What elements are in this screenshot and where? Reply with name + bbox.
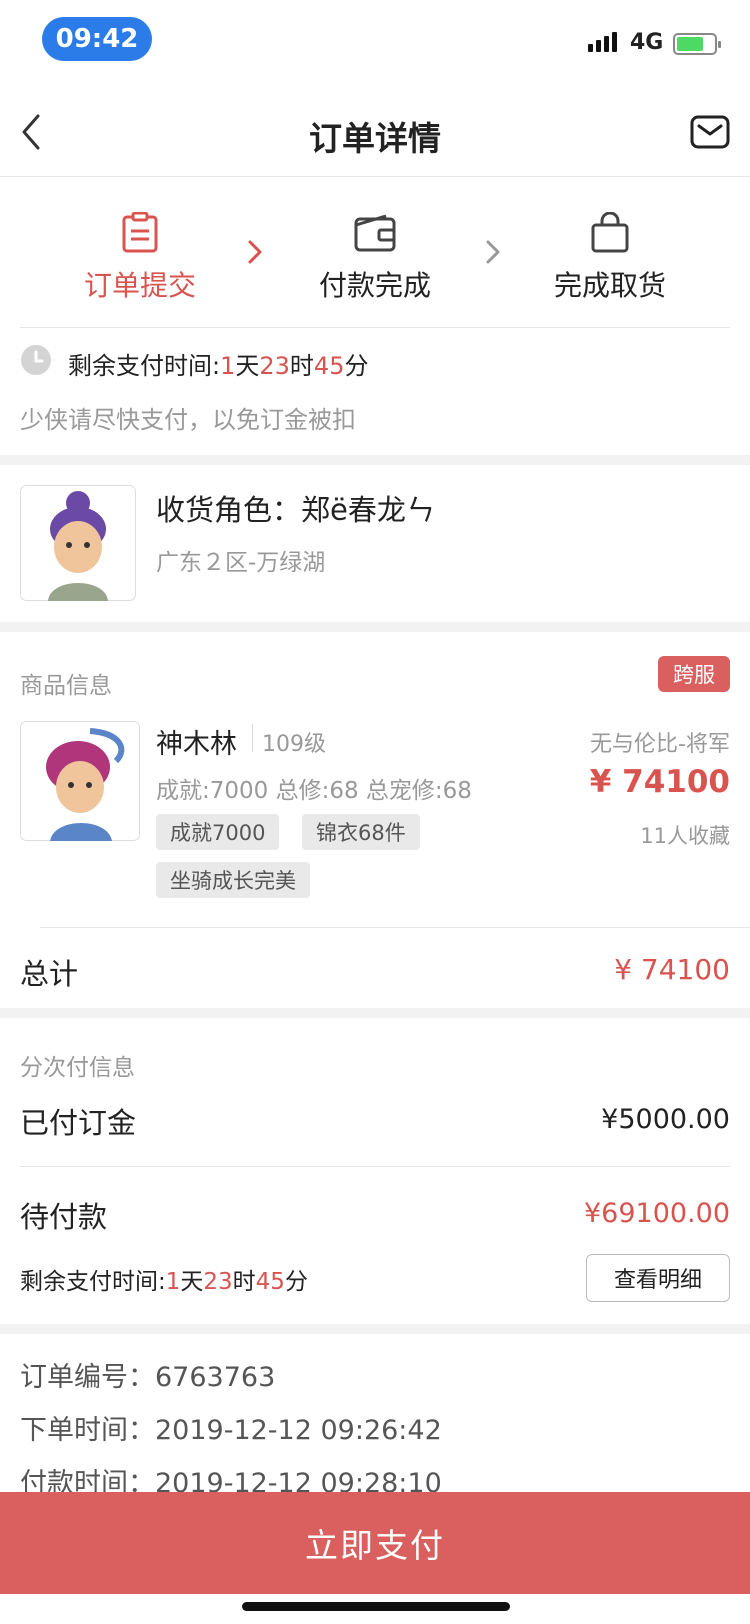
battery-icon [673,33,721,55]
mail-icon [690,115,730,149]
total-value: ¥ 74100 [614,953,730,986]
pending-payment-label: 待付款 [20,1200,108,1234]
paid-deposit-value: ¥5000.00 [601,1104,730,1135]
product-tag: 坐骑成长完美 [156,862,310,898]
paid-deposit-label: 已付订金 [20,1106,137,1140]
order-created-time: 2019-12-12 09:26:42 [155,1415,442,1446]
order-number: 6763763 [155,1362,276,1393]
cross-server-badge: 跨服 [658,656,730,692]
payment-countdown: 剩余支付时间:1天23时45分 [68,346,368,381]
product-tag: 锦衣68件 [302,814,420,850]
recipient-server: 广东２区-万绿湖 [156,550,326,576]
countdown-days: 1 [220,352,236,380]
section-separator [0,1324,750,1334]
chevron-right-icon [246,238,264,270]
countdown-hours-unit: 时 [232,1269,256,1295]
home-indicator [242,1602,510,1611]
chevron-right-icon [484,238,502,270]
countdown-minutes: 45 [313,352,345,380]
step-label: 完成取货 [553,269,666,302]
installment-divider [20,1166,730,1167]
step-order-submitted: 订单提交 [40,212,240,304]
message-button[interactable] [690,114,730,154]
page-title: 订单详情 [309,119,441,158]
countdown-minutes: 45 [255,1269,285,1295]
clock-icon [20,344,52,380]
product-rank: 无与伦比-将军 [590,732,730,757]
product-stats: 成就:7000 总修:68 总宠修:68 [156,778,472,804]
product-avatar [20,721,140,845]
header-divider [0,176,750,177]
pending-payment-value: ¥69100.00 [583,1198,730,1229]
step-pickup-complete: 完成取货 [510,212,710,304]
countdown-hours-unit: 时 [289,352,314,380]
countdown-minutes-unit: 分 [344,352,369,380]
countdown-days: 1 [165,1269,181,1295]
product-name: 神木林 [156,729,237,760]
installment-countdown: 剩余支付时间:1天23时45分 [20,1262,308,1296]
recipient-avatar [20,485,136,605]
product-section-title: 商品信息 [20,673,112,699]
countdown-hours: 23 [203,1269,233,1295]
signal-icon [588,32,617,52]
total-label: 总计 [20,957,79,991]
countdown-hours: 23 [259,352,290,380]
product-favorites: 11人收藏 [640,824,730,848]
order-created-row: 下单时间：2019-12-12 09:26:42 [20,1408,442,1447]
view-details-button[interactable]: 查看明细 [586,1254,730,1302]
order-number-row: 订单编号：6763763 [20,1355,275,1394]
product-price: ¥ 74100 [589,764,730,800]
name-divider [252,724,253,752]
clipboard-icon [122,212,158,253]
step-label: 订单提交 [83,269,196,302]
shopping-bag-icon [591,212,629,253]
step-payment-complete: 付款完成 [275,212,475,304]
countdown-minutes-unit: 分 [284,1269,308,1295]
countdown-days-unit: 天 [180,1269,204,1295]
payment-reminder: 少侠请尽快支付，以免订金被扣 [20,406,356,434]
section-separator [0,455,750,465]
pay-now-button[interactable]: 立即支付 [0,1492,750,1594]
network-type: 4G [630,30,664,55]
steps-divider [20,327,730,328]
countdown-label: 剩余支付时间: [68,352,221,380]
status-time: 09:42 [42,17,152,61]
product-tag: 成就7000 [156,814,280,850]
product-level: 109级 [262,732,326,757]
wallet-icon [354,214,396,252]
section-separator [0,622,750,632]
order-number-label: 订单编号： [20,1362,155,1393]
countdown-days-unit: 天 [235,352,260,380]
product-divider [40,927,750,928]
recipient-role: 收货角色：郑ë春龙ㄣ [156,493,435,527]
countdown-label: 剩余支付时间: [20,1269,166,1295]
order-created-label: 下单时间： [20,1415,155,1446]
installment-section-title: 分次付信息 [20,1055,135,1081]
step-label: 付款完成 [318,269,431,302]
section-separator [0,1008,750,1018]
